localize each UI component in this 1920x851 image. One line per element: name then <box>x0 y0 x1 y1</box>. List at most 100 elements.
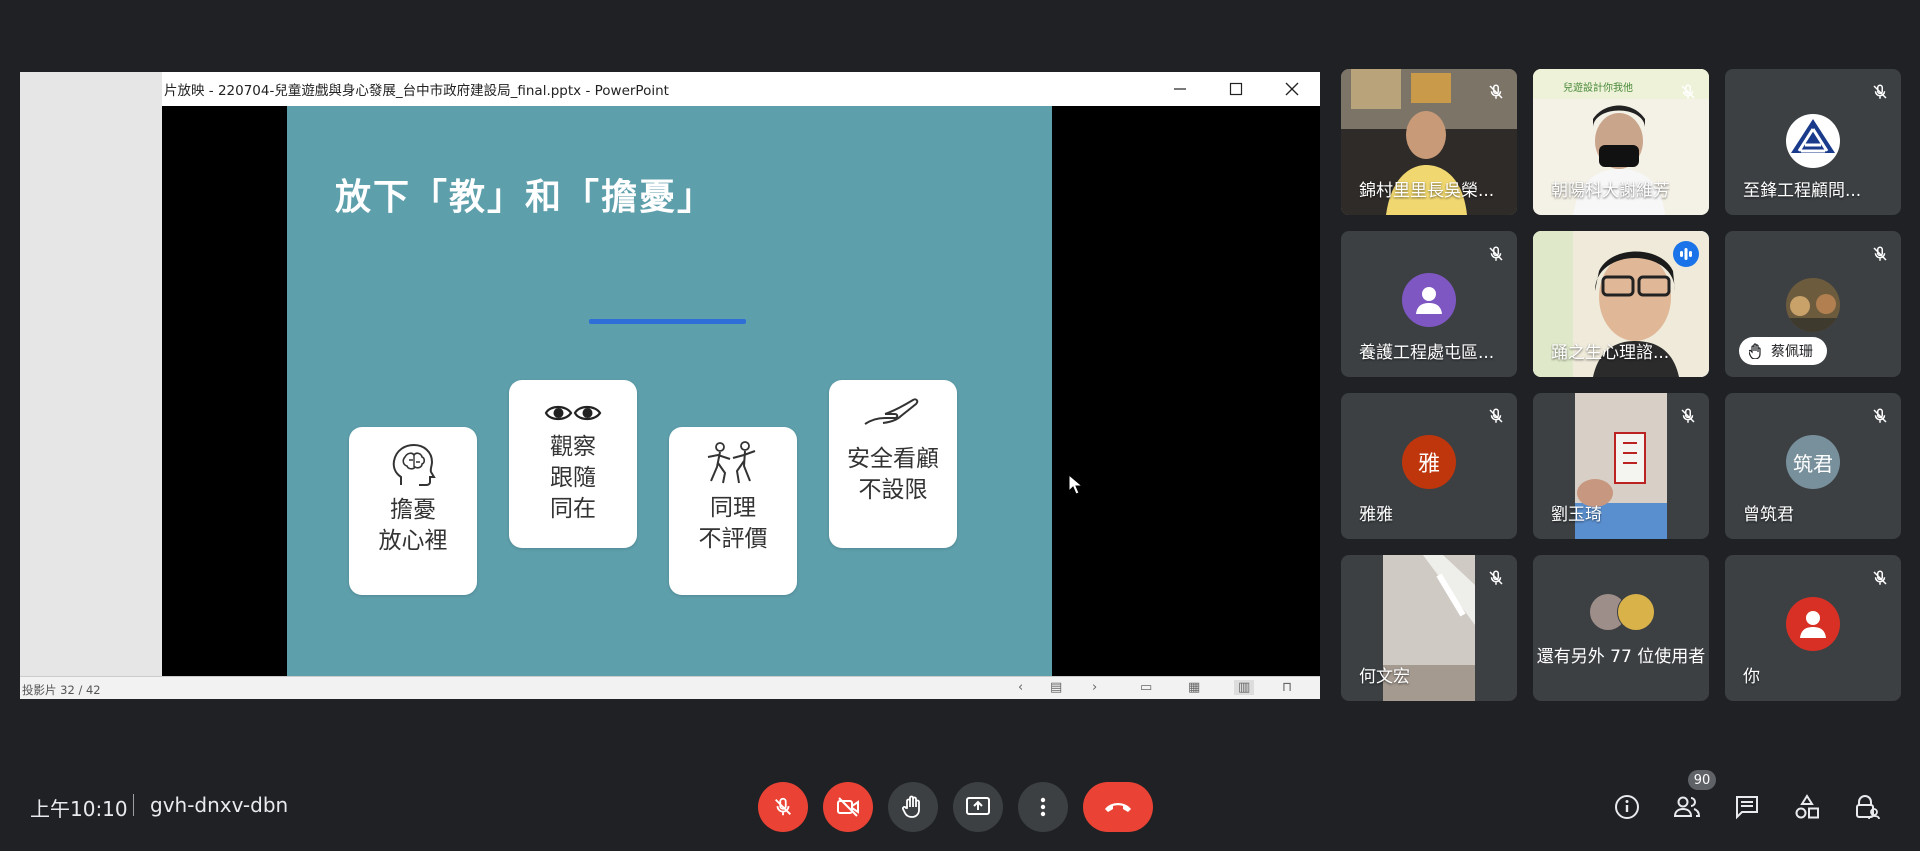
head-brain-icon <box>392 443 436 486</box>
avatar <box>1786 597 1840 651</box>
activities-icon <box>1795 794 1819 819</box>
participant-name: 錦村里里長吳榮... <box>1359 181 1495 201</box>
mic-toggle-button[interactable] <box>758 782 808 832</box>
mic-off-icon <box>775 797 791 816</box>
avatar <box>1402 273 1456 327</box>
participant-name: 你 <box>1743 667 1760 687</box>
mic-off-icon <box>1873 570 1887 585</box>
participant-name: 朝陽科大謝維芳 <box>1551 181 1670 201</box>
others-tile[interactable]: 還有另外 77 位使用者 <box>1533 555 1709 701</box>
avatar <box>1786 278 1840 332</box>
sorter-view-icon[interactable]: ▦ <box>1188 680 1200 695</box>
participant-count-badge: 90 <box>1688 770 1716 790</box>
normal-view-icon[interactable]: ▭ <box>1140 680 1152 695</box>
slide-divider <box>589 319 746 324</box>
people-button[interactable] <box>1670 790 1704 824</box>
maximize-icon[interactable] <box>1208 72 1264 106</box>
present-screen-button[interactable] <box>953 782 1003 832</box>
meeting-details-button[interactable] <box>1610 790 1644 824</box>
participant-tile[interactable]: 筑君 曾筑君 <box>1725 393 1901 539</box>
chat-icon <box>1736 796 1758 820</box>
powerpoint-window: 片放映 - 220704-兒童遊戲與身心發展_台中市政府建設局_final.pp… <box>162 72 1320 676</box>
more-vert-icon <box>1040 797 1046 817</box>
presentation-area: 片放映 - 220704-兒童遊戲與身心發展_台中市政府建設局_final.pp… <box>20 72 1320 699</box>
company-logo-icon <box>1786 114 1840 168</box>
close-icon[interactable] <box>1264 72 1320 106</box>
raise-hand-button[interactable] <box>888 782 938 832</box>
card-label: 觀察 跟隨 同在 <box>550 434 596 522</box>
mic-off-icon <box>1489 84 1503 99</box>
lock-person-icon <box>1856 795 1880 820</box>
current-time: 上午10:10 <box>30 797 128 821</box>
participant-tile[interactable]: 養護工程處屯區... <box>1341 231 1517 377</box>
chat-button[interactable] <box>1730 790 1764 824</box>
participant-name: 養護工程處屯區... <box>1359 343 1495 363</box>
camera-off-icon <box>837 797 859 817</box>
svg-text:兒遊設計你我他: 兒遊設計你我他 <box>1563 81 1633 94</box>
camera-toggle-button[interactable] <box>823 782 873 832</box>
ppt-status-bar: 投影片 32 / 42 ‹ ▤ › ▭ ▦ ▥ ⊓ <box>20 676 1320 699</box>
card-empathy: 同理 不評價 <box>669 427 797 595</box>
participant-tile[interactable]: 劉玉琦 <box>1533 393 1709 539</box>
slide-stage: 放下「教」和「擔憂」 擔憂 放心裡 觀察 跟隨 同在 同理 不評價 安全看顧 不… <box>162 106 1320 676</box>
slideshow-view-icon[interactable]: ⊓ <box>1282 680 1292 695</box>
more-options-button[interactable] <box>1018 782 1068 832</box>
participant-tile-self[interactable]: 你 <box>1725 555 1901 701</box>
mic-off-icon <box>1873 84 1887 99</box>
speaking-indicator-icon <box>1673 241 1699 267</box>
ppt-window-title: 片放映 - 220704-兒童遊戲與身心發展_台中市政府建設局_final.pp… <box>164 83 669 99</box>
participant-name: 何文宏 <box>1359 667 1410 687</box>
dancing-people-icon <box>707 441 756 484</box>
prev-slide-icon[interactable]: ‹ <box>1018 680 1023 695</box>
participant-tile-speaking[interactable]: 踊之生心理諮... <box>1533 231 1709 377</box>
participant-tile[interactable]: 蔡佩珊 <box>1725 231 1901 377</box>
open-hand-icon <box>864 398 919 425</box>
eyes-icon <box>544 405 602 421</box>
mic-off-icon <box>1489 246 1503 261</box>
card-label: 同理 不評價 <box>698 495 768 552</box>
participant-tile[interactable]: 錦村里里長吳榮... <box>1341 69 1517 215</box>
mic-off-icon <box>1873 408 1887 423</box>
mic-off-icon <box>1489 570 1503 585</box>
card-observe: 觀察 跟隨 同在 <box>509 380 637 548</box>
participant-name: 雅雅 <box>1359 505 1393 525</box>
slide-counter: 投影片 32 / 42 <box>22 683 101 697</box>
participant-name: 至鋒工程顧問... <box>1743 181 1862 201</box>
participant-tile[interactable]: 雅 雅雅 <box>1341 393 1517 539</box>
mic-off-icon <box>1681 408 1695 423</box>
next-slide-icon[interactable]: › <box>1092 680 1097 695</box>
mouse-cursor-icon <box>1068 474 1084 495</box>
avatar: 筑君 <box>1786 435 1840 489</box>
slide-menu-icon[interactable]: ▤ <box>1050 680 1062 695</box>
hang-up-icon <box>1105 803 1131 812</box>
ppt-thumbnail-pane <box>20 72 162 676</box>
card-worry: 擔憂 放心裡 <box>349 427 477 595</box>
card-safety: 安全看顧 不設限 <box>829 380 957 548</box>
participant-tile[interactable]: 兒遊設計你我他 朝陽科大謝維芳 <box>1533 69 1709 215</box>
slide: 放下「教」和「擔憂」 擔憂 放心裡 觀察 跟隨 同在 同理 不評價 安全看顧 不… <box>287 106 1052 676</box>
participant-name: 劉玉琦 <box>1551 505 1602 525</box>
info-icon <box>1615 795 1639 819</box>
ppt-titlebar: 片放映 - 220704-兒童遊戲與身心發展_台中市政府建設局_final.pp… <box>162 72 1320 107</box>
participant-tile[interactable]: 何文宏 <box>1341 555 1517 701</box>
avatar: 雅 <box>1402 435 1456 489</box>
host-controls-button[interactable] <box>1850 790 1884 824</box>
meeting-code: gvh-dnxv-dbn <box>150 793 289 817</box>
leave-call-button[interactable] <box>1083 782 1153 832</box>
activities-button[interactable] <box>1790 790 1824 824</box>
mic-off-icon <box>1873 246 1887 261</box>
others-avatars <box>1589 593 1659 631</box>
reading-view-icon[interactable]: ▥ <box>1234 680 1255 695</box>
participant-tile[interactable]: 至鋒工程顧問... <box>1725 69 1901 215</box>
person-icon <box>1800 611 1826 638</box>
bottom-toolbar: 上午10:10 gvh-dnxv-dbn 90 <box>0 760 1920 851</box>
card-label: 安全看顧 不設限 <box>847 446 939 503</box>
slide-title: 放下「教」和「擔憂」 <box>335 177 716 218</box>
person-icon <box>1416 287 1442 314</box>
hand-raised-chip: 蔡佩珊 <box>1739 337 1827 365</box>
mic-off-icon <box>1489 408 1503 423</box>
minimize-icon[interactable] <box>1152 72 1208 106</box>
others-label: 還有另外 77 位使用者 <box>1536 647 1706 667</box>
participant-name: 曾筑君 <box>1743 505 1794 525</box>
mic-off-icon <box>1681 84 1695 99</box>
